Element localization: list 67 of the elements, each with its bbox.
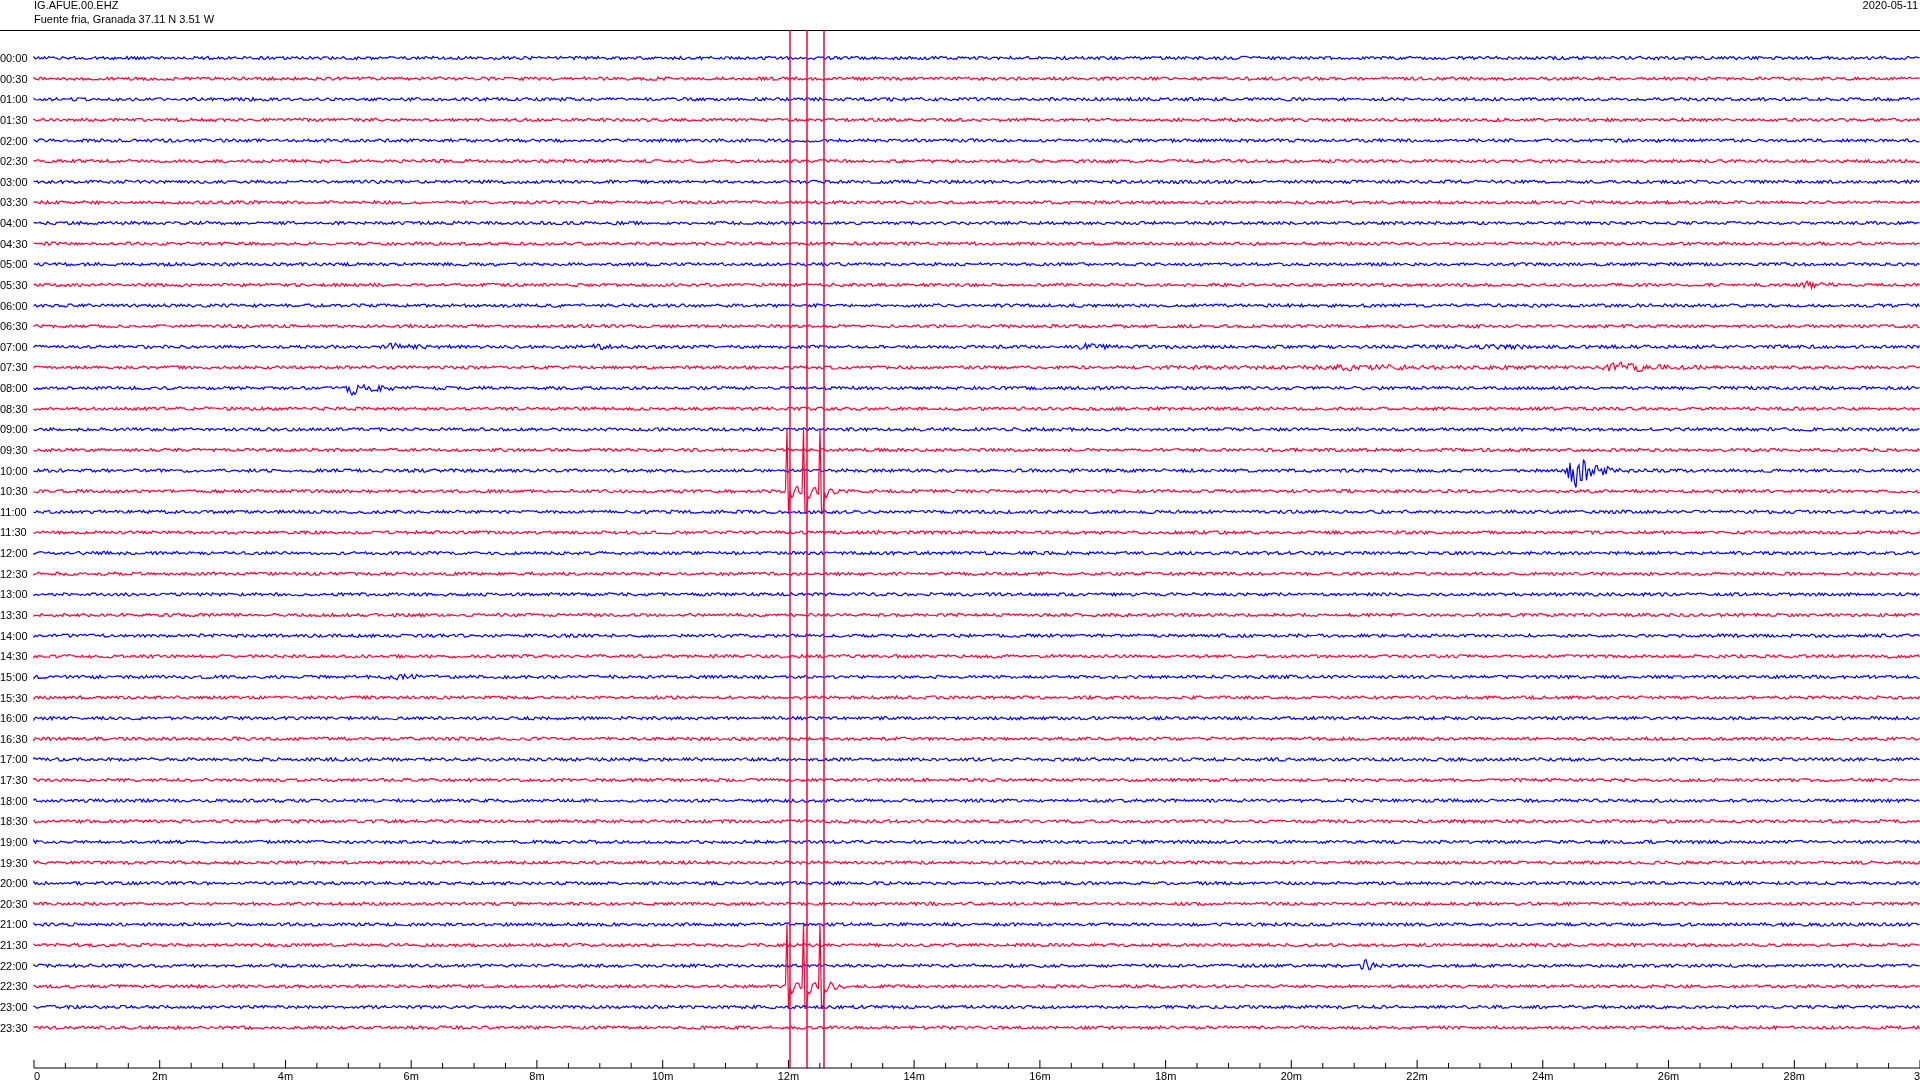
row-time-label: 11:30 — [0, 526, 27, 539]
row-time-label: 03:00 — [0, 175, 28, 188]
row-time-label: 06:30 — [0, 320, 28, 333]
axis-label: 26m — [1657, 1070, 1680, 1080]
row-time-label: 17:00 — [0, 753, 28, 766]
row-time-label: 13:00 — [0, 588, 28, 601]
row-time-label: 04:30 — [0, 237, 28, 250]
row-time-label: 01:30 — [0, 113, 28, 126]
axis-label: 10m — [651, 1070, 674, 1080]
axis-label: 0 — [34, 1070, 41, 1080]
row-time-label: 02:30 — [0, 155, 28, 168]
row-time-label: 07:00 — [0, 340, 28, 353]
axis-label: 22m — [1406, 1070, 1428, 1080]
row-time-label: 00:00 — [0, 52, 28, 64]
row-time-label: 21:00 — [0, 918, 28, 931]
row-time-label: 19:30 — [0, 856, 28, 869]
plot-date: 2020-05-11 — [1862, 0, 1918, 11]
axis-label: 20m — [1280, 1070, 1303, 1080]
row-time-label: 00:30 — [0, 72, 28, 85]
axis-label: 12m — [777, 1070, 800, 1080]
row-time-label: 23:00 — [0, 1001, 28, 1013]
axis-label: 24m — [1532, 1070, 1554, 1080]
row-time-label: 06:00 — [0, 299, 28, 312]
axis-label: 14m — [903, 1070, 925, 1080]
row-time-label: 09:00 — [0, 423, 28, 436]
row-time-label: 22:30 — [0, 980, 28, 993]
station-code: IG.AFUE.00.EHZ — [34, 0, 119, 11]
row-time-label: 10:00 — [0, 464, 28, 477]
row-time-label: 13:30 — [0, 609, 28, 621]
axis-label: 8m — [529, 1070, 545, 1080]
axis-label: 28m — [1783, 1070, 1805, 1080]
row-time-label: 17:30 — [0, 774, 28, 787]
axis-label: 4m — [277, 1070, 294, 1080]
row-time-label: 22:00 — [0, 959, 28, 972]
row-time-label: 12:30 — [0, 567, 28, 580]
axis-label: 3 — [1913, 1070, 1920, 1080]
axis-label: 16m — [1029, 1070, 1051, 1080]
row-time-label: 11:00 — [0, 505, 27, 518]
station-location: Fuente fria, Granada 37.11 N 3.51 W — [34, 13, 215, 25]
row-time-label: 14:00 — [0, 629, 28, 642]
row-time-label: 21:30 — [0, 939, 28, 952]
row-time-label: 18:00 — [0, 794, 28, 807]
row-time-label: 18:30 — [0, 815, 28, 828]
row-time-label: 14:30 — [0, 650, 28, 663]
axis-label: 2m — [152, 1070, 168, 1080]
row-time-label: 03:30 — [0, 196, 28, 209]
row-time-label: 04:00 — [0, 217, 28, 230]
row-time-label: 10:30 — [0, 485, 28, 498]
row-time-label: 15:00 — [0, 670, 28, 683]
axis-label: 18m — [1154, 1070, 1177, 1080]
row-time-label: 19:00 — [0, 835, 28, 848]
row-time-label: 12:00 — [0, 547, 28, 560]
row-time-label: 02:00 — [0, 134, 28, 147]
row-time-label: 01:00 — [0, 93, 28, 106]
row-time-label: 16:30 — [0, 732, 28, 745]
row-time-label: 08:30 — [0, 402, 28, 415]
row-time-label: 08:00 — [0, 382, 28, 395]
row-time-label: 20:30 — [0, 897, 28, 910]
row-time-label: 07:30 — [0, 361, 28, 374]
row-time-label: 23:30 — [0, 1021, 28, 1034]
row-time-label: 09:30 — [0, 443, 28, 456]
row-time-label: 20:00 — [0, 877, 28, 890]
row-time-label: 05:00 — [0, 258, 28, 271]
row-time-label: 16:00 — [0, 712, 28, 725]
axis-label: 6m — [403, 1070, 419, 1080]
row-time-label: 05:30 — [0, 278, 28, 291]
row-time-label: 15:30 — [0, 691, 28, 704]
